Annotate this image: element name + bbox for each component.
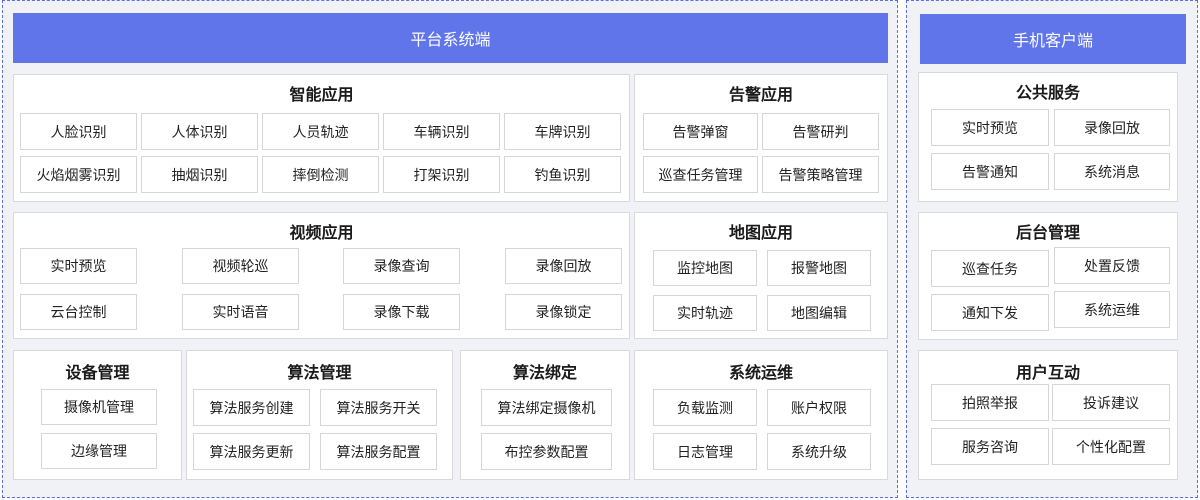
alarm-app-title: 告警应用 [728,85,793,104]
device-mgmt-item: 摄像机管理 [41,389,157,425]
backend-mgmt-title: 后台管理 [1015,223,1080,242]
map-app-item: 地图编辑 [767,295,871,331]
alarm-app-item: 巡查任务管理 [643,156,758,193]
public-service-item: 实时预览 [931,109,1049,146]
user-interact-item: 拍照举报 [931,384,1049,421]
map-app-panel: 地图应用 监控地图 报警地图 实时轨迹 地图编辑 [634,212,888,339]
smart-app-item: 钓鱼识别 [504,156,621,193]
mobile-banner: 手机客户端 [920,14,1186,64]
algo-bind-item: 算法绑定摄像机 [481,389,612,426]
smart-app-item: 人体识别 [141,113,258,150]
algo-mgmt-panel: 算法管理 算法服务创建 算法服务开关 算法服务更新 算法服务配置 [186,350,453,480]
algo-mgmt-item: 算法服务更新 [193,433,310,470]
video-app-item: 实时语音 [182,294,299,330]
public-service-item: 告警通知 [931,153,1049,190]
video-app-item: 视频轮巡 [182,248,299,284]
smart-app-item: 摔倒检测 [262,156,379,193]
public-service-item: 录像回放 [1054,109,1170,146]
alarm-app-item: 告警弹窗 [643,113,758,150]
map-app-title: 地图应用 [728,223,793,242]
algo-mgmt-item: 算法服务配置 [320,433,437,470]
sys-ops-item: 日志管理 [653,433,757,470]
sys-ops-item: 负载监测 [653,389,757,426]
sys-ops-item: 账户权限 [767,389,871,426]
sys-ops-panel: 系统运维 负载监测 账户权限 日志管理 系统升级 [634,350,888,480]
algo-mgmt-item: 算法服务创建 [193,389,310,426]
user-interact-item: 投诉建议 [1052,384,1170,421]
video-app-item: 云台控制 [20,294,137,330]
algo-mgmt-title: 算法管理 [287,363,352,382]
map-app-item: 实时轨迹 [653,295,757,331]
backend-mgmt-panel: 后台管理 巡查任务 处置反馈 通知下发 系统运维 [918,212,1178,340]
video-app-item: 录像回放 [505,248,622,284]
video-app-item: 实时预览 [20,248,137,284]
public-service-item: 系统消息 [1054,153,1170,190]
smart-app-item: 车辆识别 [383,113,500,150]
sys-ops-item: 系统升级 [767,433,871,470]
smart-app-item: 人员轨迹 [262,113,379,150]
user-interact-panel: 用户互动 拍照举报 投诉建议 服务咨询 个性化配置 [918,350,1178,480]
video-app-item: 录像锁定 [505,294,622,330]
video-app-title: 视频应用 [289,223,354,242]
alarm-app-item: 告警研判 [762,113,879,150]
platform-banner: 平台系统端 [13,13,888,63]
backend-mgmt-item: 处置反馈 [1054,247,1170,284]
algo-bind-panel: 算法绑定 算法绑定摄像机 布控参数配置 [460,350,630,480]
smart-app-item: 火焰烟雾识别 [20,156,137,193]
public-service-title: 公共服务 [1015,83,1080,102]
backend-mgmt-item: 系统运维 [1054,291,1170,328]
user-interact-item: 个性化配置 [1052,428,1170,465]
backend-mgmt-item: 通知下发 [931,294,1049,331]
public-service-panel: 公共服务 实时预览 录像回放 告警通知 系统消息 [918,72,1178,202]
device-mgmt-title: 设备管理 [65,363,130,382]
smart-app-item: 车牌识别 [504,113,621,150]
algo-bind-title: 算法绑定 [512,363,577,382]
smart-app-item: 打架识别 [383,156,500,193]
algo-mgmt-item: 算法服务开关 [320,389,437,426]
smart-app-panel: 智能应用 人脸识别 人体识别 人员轨迹 车辆识别 车牌识别 火焰烟雾识别 抽烟识… [13,74,630,202]
video-app-item: 录像查询 [343,248,460,284]
alarm-app-item: 告警策略管理 [762,156,879,193]
algo-bind-item: 布控参数配置 [481,433,612,470]
backend-mgmt-item: 巡查任务 [931,250,1049,287]
map-app-item: 报警地图 [767,250,871,286]
smart-app-item: 抽烟识别 [141,156,258,193]
device-mgmt-panel: 设备管理 摄像机管理 边缘管理 [13,350,182,480]
smart-app-item: 人脸识别 [20,113,137,150]
video-app-panel: 视频应用 实时预览 视频轮巡 录像查询 录像回放 云台控制 实时语音 录像下载 … [13,212,630,339]
video-app-item: 录像下载 [343,294,460,330]
user-interact-item: 服务咨询 [931,428,1049,465]
sys-ops-title: 系统运维 [728,363,793,382]
device-mgmt-item: 边缘管理 [41,433,157,469]
smart-app-title: 智能应用 [289,85,354,104]
alarm-app-panel: 告警应用 告警弹窗 告警研判 巡查任务管理 告警策略管理 [634,74,888,202]
map-app-item: 监控地图 [653,250,757,286]
user-interact-title: 用户互动 [1015,363,1080,382]
